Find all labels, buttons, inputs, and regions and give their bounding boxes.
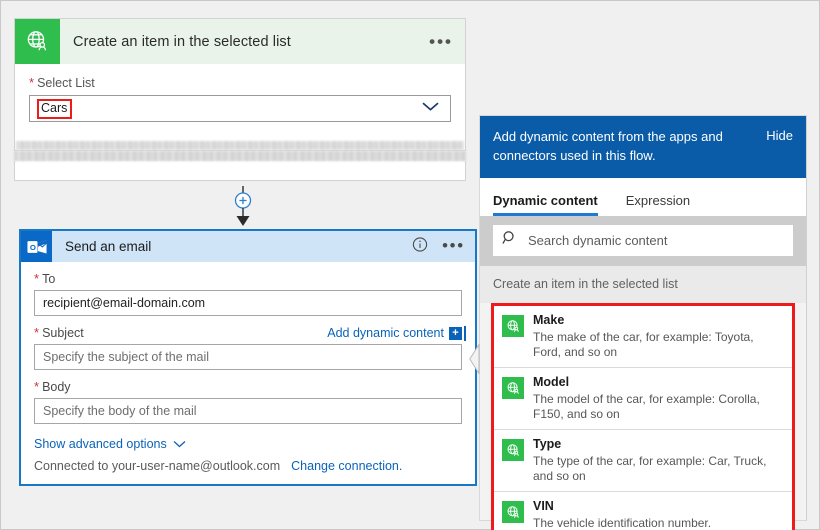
dynamic-content-tabs: Dynamic content Expression [480, 178, 806, 216]
sharepoint-card-header[interactable]: Create an item in the selected list ••• [15, 19, 465, 64]
outlook-card-menu-button[interactable]: ••• [442, 242, 465, 252]
sharepoint-action-card[interactable]: Create an item in the selected list ••• … [14, 18, 466, 151]
chevron-down-icon[interactable] [421, 99, 440, 117]
outlook-action-card[interactable]: O Send an email ••• [19, 229, 477, 486]
sharepoint-card-title: Create an item in the selected list [73, 34, 291, 50]
select-list-label-text: Select List [37, 76, 95, 90]
sharepoint-globe-person-icon [502, 501, 524, 523]
sharepoint-card-menu-button[interactable]: ••• [429, 37, 453, 47]
svg-text:O: O [29, 243, 35, 252]
add-dynamic-content-label: Add dynamic content [327, 326, 444, 340]
connected-to-text: Connected to your-user-name@outlook.com [34, 459, 280, 473]
app-window: Create an item in the selected list ••• … [0, 0, 820, 530]
dynamic-content-search-area: Search dynamic content [480, 216, 806, 266]
redacted-bar [16, 141, 464, 150]
to-label: * To [34, 271, 462, 286]
connection-status-row: Connected to your-user-name@outlook.com … [34, 459, 462, 473]
dynamic-content-banner: Add dynamic content from the apps and co… [480, 116, 806, 178]
tab-dynamic-content[interactable]: Dynamic content [493, 193, 598, 216]
sharepoint-card-body: * Select List Cars [15, 64, 465, 132]
dynamic-content-panel: Add dynamic content from the apps and co… [479, 115, 807, 521]
list-item[interactable]: Model The model of the car, for example:… [494, 368, 792, 430]
subject-label: * Subject [34, 325, 84, 340]
outlook-card-body: * To recipient@email-domain.com * Subjec… [21, 262, 475, 484]
to-input-value: recipient@email-domain.com [43, 296, 205, 310]
outlook-card-header[interactable]: O Send an email ••• [21, 231, 475, 262]
redacted-field-region-2 [14, 151, 466, 181]
list-item[interactable]: Type The type of the car, for example: C… [494, 430, 792, 492]
show-advanced-options-label: Show advanced options [34, 437, 167, 451]
dynamic-content-banner-text: Add dynamic content from the apps and co… [493, 127, 731, 165]
search-icon [502, 230, 518, 251]
list-item-name: Make [533, 313, 784, 328]
show-advanced-options-button[interactable]: Show advanced options [34, 437, 462, 451]
list-item-name: VIN [533, 499, 711, 514]
search-placeholder: Search dynamic content [528, 233, 667, 248]
outlook-icon: O [21, 231, 52, 262]
list-item-name: Model [533, 375, 784, 390]
body-input-placeholder: Specify the body of the mail [43, 404, 197, 418]
list-item[interactable]: Make The make of the car, for example: T… [494, 306, 792, 368]
outlook-card-header-actions: ••• [412, 236, 465, 257]
sharepoint-globe-person-icon [502, 439, 524, 461]
change-connection-link[interactable]: Change connection. [291, 459, 402, 473]
required-asterisk: * [34, 271, 39, 286]
sharepoint-globe-person-icon [15, 19, 60, 64]
sharepoint-globe-person-icon [502, 377, 524, 399]
required-asterisk: * [29, 75, 34, 90]
required-asterisk: * [34, 325, 39, 340]
sharepoint-globe-person-icon [502, 315, 524, 337]
body-label-text: Body [42, 380, 71, 394]
add-step-connector[interactable] [229, 186, 257, 231]
hide-panel-button[interactable]: Hide [766, 127, 793, 143]
flow-designer-canvas: Create an item in the selected list ••• … [1, 1, 479, 529]
to-label-text: To [42, 272, 55, 286]
list-item-description: The vehicle identification number. [533, 516, 711, 530]
subject-input[interactable]: Specify the subject of the mail [34, 344, 462, 370]
chevron-left-icon[interactable] [469, 344, 480, 374]
list-item-description: The model of the car, for example: Corol… [533, 392, 784, 422]
list-item-description: The type of the car, for example: Car, T… [533, 454, 784, 484]
subject-input-placeholder: Specify the subject of the mail [43, 350, 209, 364]
body-label: * Body [34, 379, 462, 394]
list-item[interactable]: VIN The vehicle identification number. [494, 492, 792, 530]
redacted-field-region [15, 132, 465, 150]
add-dynamic-content-plus-icon[interactable]: + [449, 327, 462, 340]
add-dynamic-content-button[interactable]: Add dynamic content + [327, 326, 462, 340]
subject-row: * Subject Add dynamic content + [34, 325, 462, 340]
select-list-label: * Select List [29, 75, 451, 90]
list-item-name: Type [533, 437, 784, 452]
body-input[interactable]: Specify the body of the mail [34, 398, 462, 424]
tab-expression[interactable]: Expression [626, 193, 690, 216]
chevron-down-icon [173, 437, 186, 451]
redacted-bar [14, 151, 466, 161]
outlook-card-title: Send an email [65, 239, 151, 254]
dynamic-content-list: Make The make of the car, for example: T… [491, 303, 795, 530]
info-icon[interactable] [412, 236, 428, 257]
select-list-dropdown[interactable]: Cars [29, 95, 451, 122]
list-item-description: The make of the car, for example: Toyota… [533, 330, 784, 360]
to-input[interactable]: recipient@email-domain.com [34, 290, 462, 316]
subject-label-text: Subject [42, 326, 84, 340]
search-dynamic-content-input[interactable]: Search dynamic content [493, 225, 793, 256]
required-asterisk: * [34, 379, 39, 394]
select-list-value[interactable]: Cars [37, 99, 72, 119]
dynamic-content-section-label: Create an item in the selected list [480, 266, 806, 303]
